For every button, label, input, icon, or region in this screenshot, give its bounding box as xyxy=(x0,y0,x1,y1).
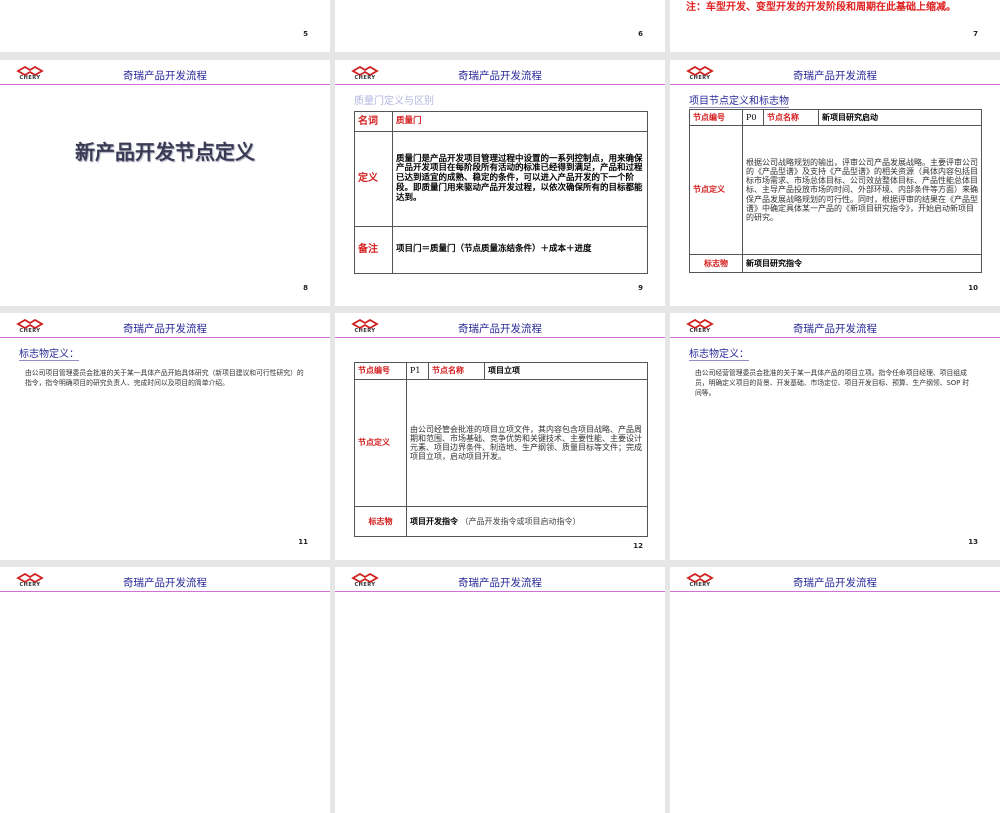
slide-note: 注：车型开发、变型开发的开发阶段和周期在此基础上缩减。 xyxy=(686,2,956,13)
slide-body: 由公司经营管理委员会批准的关于某一具体产品的项目立项。指令任命项目经理、项目组成… xyxy=(695,369,970,397)
logo-text: CHERY xyxy=(689,75,711,81)
slide-thumbnail-5[interactable]: 5 xyxy=(0,0,330,52)
slide-body: 由公司项目管理委员会批准的关于某一具体产品开始具体研究（新项目建议和可行性研究）… xyxy=(25,369,304,387)
table-label: 节点编号 xyxy=(354,362,407,380)
logo-text: CHERY xyxy=(19,582,41,588)
page-number: 13 xyxy=(968,538,978,546)
header-title: 奇瑞产品开发流程 xyxy=(793,323,877,335)
node-marker: 新项目研究指令 xyxy=(742,254,982,273)
table-value: 质量门是产品开发项目管理过程中设置的一系列控制点，用来确保产品开发项目在每阶段所… xyxy=(392,131,648,227)
header-divider xyxy=(335,591,665,592)
table-label: 备注 xyxy=(354,226,393,274)
page-number: 11 xyxy=(298,538,308,546)
chery-logo-icon: CHERY xyxy=(350,66,380,82)
chery-logo-icon: CHERY xyxy=(15,573,45,589)
slide-thumbnail-9[interactable]: 奇瑞产品开发流程 CHERY 质量门定义与区别 名词 质量门 定义 质量门是产品开发项… xyxy=(335,60,665,306)
logo-text: CHERY xyxy=(689,582,711,588)
logo-text: CHERY xyxy=(19,75,41,81)
header-divider xyxy=(0,591,330,592)
table-label: 名词 xyxy=(354,111,393,132)
node-definition: 根据公司战略规划的输出，评审公司产品发展战略。主要评审公司的《产品型谱》及支持《… xyxy=(742,125,982,255)
table-label: 标志物 xyxy=(689,254,743,273)
chery-logo-icon: CHERY xyxy=(15,66,45,82)
slide-subtitle: 质量门定义与区别 xyxy=(354,96,434,107)
table-label: 节点定义 xyxy=(354,379,407,507)
page-number: 7 xyxy=(973,30,978,38)
logo-text: CHERY xyxy=(689,328,711,334)
table-label: 节点名称 xyxy=(763,109,819,126)
header-divider xyxy=(0,84,330,85)
node-table: 节点编号 P0 节点名称 新项目研究启动 节点定义 根据公司战略规划的输出，评审公司产品… xyxy=(689,109,982,273)
header-divider xyxy=(670,84,1000,85)
slide-thumbnail-11[interactable]: 奇瑞产品开发流程 CHERY 标志物定义： 由公司项目管理委员会批准的关于某一具体… xyxy=(0,313,330,560)
slide-thumbnail-12[interactable]: 奇瑞产品开发流程 CHERY 节点编号 P1 节点名称 项目立项 节点定义 由公司经管会批… xyxy=(335,313,665,560)
chery-logo-icon: CHERY xyxy=(685,66,715,82)
table-label: 节点定义 xyxy=(689,125,743,255)
node-table: 节点编号 P1 节点名称 项目立项 节点定义 由公司经管会批准的项目立项文件，其内容包含… xyxy=(354,362,648,537)
slide-thumbnail-16[interactable]: 奇瑞产品开发流程 CHERY xyxy=(670,567,1000,813)
node-id: P0 xyxy=(742,109,764,126)
node-name: 新项目研究启动 xyxy=(818,109,982,126)
header-title: 奇瑞产品开发流程 xyxy=(793,70,877,82)
logo-text: CHERY xyxy=(19,328,41,334)
node-marker-cell: 项目开发指令 （产品开发指令或项目启动指令） xyxy=(406,506,648,537)
header-title: 奇瑞产品开发流程 xyxy=(123,577,207,589)
header-title: 奇瑞产品开发流程 xyxy=(123,323,207,335)
table-value: 质量门 xyxy=(392,111,648,132)
page-number: 8 xyxy=(303,284,308,292)
header-title: 奇瑞产品开发流程 xyxy=(123,70,207,82)
header-title: 奇瑞产品开发流程 xyxy=(458,323,542,335)
slide-thumbnail-15[interactable]: 奇瑞产品开发流程 CHERY xyxy=(335,567,665,813)
page-number: 6 xyxy=(638,30,643,38)
page-number: 10 xyxy=(968,284,978,292)
header-divider xyxy=(670,337,1000,338)
slide-thumbnail-8[interactable]: 奇瑞产品开发流程 CHERY 新产品开发节点定义 8 xyxy=(0,60,330,306)
slide-subtitle: 项目节点定义和标志物 xyxy=(689,92,789,108)
slide-title: 新产品开发节点定义 xyxy=(75,140,255,164)
slide-subtitle: 标志物定义： xyxy=(19,345,79,361)
slide-thumbnail-7[interactable]: 注：车型开发、变型开发的开发阶段和周期在此基础上缩减。 7 xyxy=(670,0,1000,52)
chery-logo-icon: CHERY xyxy=(685,319,715,335)
node-marker: 项目开发指令 xyxy=(410,516,458,526)
page-number: 12 xyxy=(633,542,643,550)
chery-logo-icon: CHERY xyxy=(350,573,380,589)
node-name: 项目立项 xyxy=(484,362,648,380)
table-label: 节点编号 xyxy=(689,109,743,126)
node-definition: 由公司经管会批准的项目立项文件，其内容包含项目战略、产品周期和范围、市场基础、竞… xyxy=(406,379,648,507)
chery-logo-icon: CHERY xyxy=(350,319,380,335)
slide-subtitle: 标志物定义： xyxy=(689,345,749,361)
header-title: 奇瑞产品开发流程 xyxy=(458,70,542,82)
slide-thumbnail-13[interactable]: 奇瑞产品开发流程 CHERY 标志物定义： 由公司经营管理委员会批准的关于某一具体… xyxy=(670,313,1000,560)
node-id: P1 xyxy=(406,362,429,380)
header-divider xyxy=(335,84,665,85)
header-title: 奇瑞产品开发流程 xyxy=(458,577,542,589)
chery-logo-icon: CHERY xyxy=(685,573,715,589)
header-divider xyxy=(0,337,330,338)
table-value: 项目门＝质量门（节点质量冻结条件）＋成本＋进度 xyxy=(392,226,648,274)
node-marker-note: （产品开发指令或项目启动指令） xyxy=(460,516,581,526)
table-label: 定义 xyxy=(354,131,393,227)
slide-thumbnail-10[interactable]: 奇瑞产品开发流程 CHERY 项目节点定义和标志物 节点编号 P0 节点名称 新项目研究… xyxy=(670,60,1000,306)
header-divider xyxy=(335,337,665,338)
quality-gate-table: 名词 质量门 定义 质量门是产品开发项目管理过程中设置的一系列控制点，用来确保产品开… xyxy=(354,111,648,274)
header-divider xyxy=(670,591,1000,592)
header-title: 奇瑞产品开发流程 xyxy=(793,577,877,589)
logo-text: CHERY xyxy=(354,328,376,334)
table-label: 节点名称 xyxy=(428,362,485,380)
slide-thumbnail-6[interactable]: 6 xyxy=(335,0,665,52)
logo-text: CHERY xyxy=(354,75,376,81)
chery-logo-icon: CHERY xyxy=(15,319,45,335)
logo-text: CHERY xyxy=(354,582,376,588)
table-label: 标志物 xyxy=(354,506,407,537)
slide-thumbnail-14[interactable]: 奇瑞产品开发流程 CHERY xyxy=(0,567,330,813)
page-number: 5 xyxy=(303,30,308,38)
page-number: 9 xyxy=(638,284,643,292)
